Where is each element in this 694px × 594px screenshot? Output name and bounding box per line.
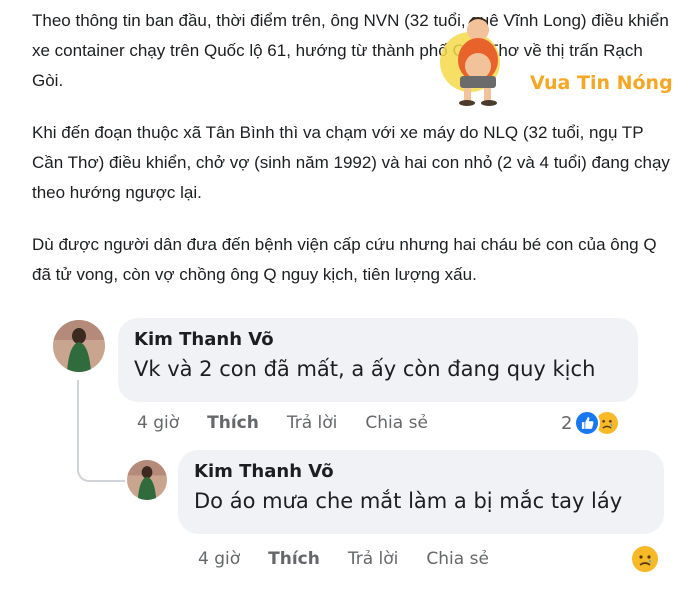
avatar[interactable] — [53, 320, 105, 372]
like-button[interactable]: Thích — [268, 549, 320, 569]
comment-bubble: Kim Thanh Võ Vk và 2 con đã mất, a ấy cò… — [118, 318, 638, 402]
reaction-summary[interactable] — [630, 544, 660, 574]
watermark-text: Vua Tin Nóng — [530, 72, 673, 94]
reaction-count: 2 — [561, 412, 573, 434]
comment-time[interactable]: 4 giờ — [137, 413, 179, 433]
comment-author[interactable]: Kim Thanh Võ — [134, 328, 622, 352]
mascot-icon — [440, 17, 500, 106]
comment-author[interactable]: Kim Thanh Võ — [194, 460, 648, 484]
share-button[interactable]: Chia sẻ — [426, 549, 489, 569]
profile-photo-icon — [127, 460, 167, 500]
like-icon — [574, 410, 601, 436]
comment-text: Do áo mưa che mắt làm a bị mắc tay láy — [194, 489, 623, 513]
like-button[interactable]: Thích — [207, 413, 259, 433]
reaction-summary[interactable]: 2 — [561, 410, 621, 436]
share-button[interactable]: Chia sẻ — [365, 413, 428, 433]
comment-bubble: Kim Thanh Võ Do áo mưa che mắt làm a bị … — [178, 450, 664, 534]
comment-actions: 4 giờ Thích Trả lời Chia sẻ — [137, 413, 428, 433]
reply-button[interactable]: Trả lời — [287, 413, 338, 433]
comment-actions: 4 giờ Thích Trả lời Chia sẻ — [198, 549, 489, 569]
comment-time[interactable]: 4 giờ — [198, 549, 240, 569]
avatar[interactable] — [127, 460, 167, 500]
profile-photo-icon — [53, 320, 105, 372]
comment-text: Vk và 2 con đã mất, a ấy còn đang quy kị… — [134, 357, 596, 381]
reply-thread-line — [77, 380, 125, 482]
sad-icon — [630, 544, 660, 574]
watermark-logo: Vua Tin Nóng — [438, 10, 688, 110]
article-paragraph-2: Khi đến đoạn thuộc xã Tân Bình thì va ch… — [32, 123, 670, 202]
reply-button[interactable]: Trả lời — [348, 549, 399, 569]
article-paragraph-3: Dù được người dân đưa đến bệnh viện cấp … — [32, 235, 657, 284]
